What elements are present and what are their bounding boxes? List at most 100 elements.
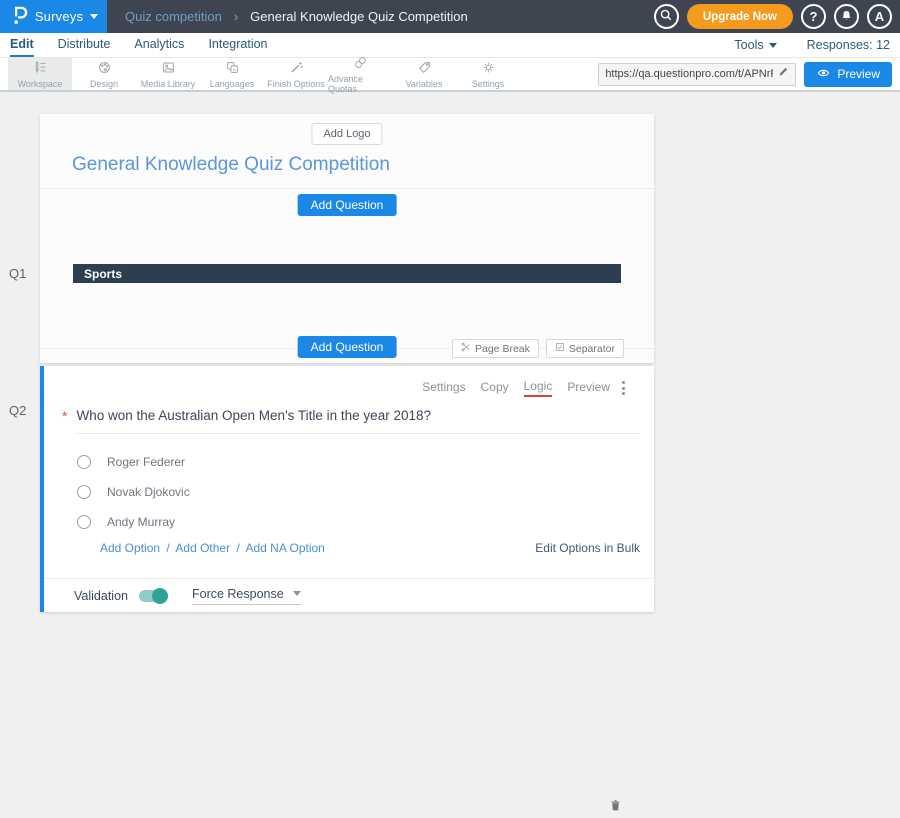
survey-url-input[interactable] [605, 68, 773, 80]
toolbar-item-label: Workspace [18, 79, 63, 89]
radio-icon[interactable] [77, 515, 91, 529]
tab-edit[interactable]: Edit [10, 34, 34, 57]
radio-icon[interactable] [77, 455, 91, 469]
page-break-button[interactable]: Page Break [452, 339, 539, 358]
nav-tabs: Edit Distribute Analytics Integration [0, 34, 268, 57]
add-question-button-top[interactable]: Add Question [298, 194, 397, 216]
answer-option[interactable]: Roger Federer [77, 455, 185, 469]
toolbar-item-workspace[interactable]: Workspace [8, 58, 72, 90]
toggle-knob [152, 588, 168, 604]
question-q1-text[interactable]: Sports [73, 264, 621, 283]
survey-title[interactable]: General Knowledge Quiz Competition [72, 154, 390, 176]
gear-icon [480, 60, 497, 77]
palette-icon [96, 60, 113, 77]
page-break-label: Page Break [475, 343, 530, 355]
validation-value: Force Response [192, 587, 284, 601]
toolbar-item-label: Variables [406, 79, 443, 89]
toolbar-item-finish-options[interactable]: Finish Options [264, 58, 328, 90]
question-actions: Settings Copy Logic Preview [422, 379, 610, 397]
toolbar-item-label: Media Library [141, 79, 196, 89]
surveys-label: Surveys [35, 9, 83, 24]
add-option-links: Add Option / Add Other / Add NA Option [100, 541, 325, 555]
question-logic-link[interactable]: Logic [524, 379, 553, 397]
toolbar-item-label: Advance Quotas [328, 74, 392, 94]
editor-toolbar: Workspace Design Media Library [0, 58, 900, 92]
scissors-icon [461, 342, 471, 355]
toolbar-right: Preview [598, 58, 900, 90]
validation-type-dropdown[interactable]: Force Response [192, 587, 301, 605]
preview-button[interactable]: Preview [804, 62, 892, 87]
add-logo-button[interactable]: Add Logo [311, 123, 382, 145]
more-options-icon[interactable] [619, 378, 628, 398]
divider [40, 188, 654, 189]
question-settings-link[interactable]: Settings [422, 380, 465, 396]
delete-question-button[interactable] [609, 798, 622, 818]
radio-icon[interactable] [77, 485, 91, 499]
toolbar-item-design[interactable]: Design [72, 58, 136, 90]
question-index-q2: Q2 [9, 403, 26, 418]
tools-label: Tools [734, 38, 763, 52]
surveys-menu[interactable]: Surveys [0, 0, 107, 33]
upgrade-now-button[interactable]: Upgrade Now [687, 4, 793, 29]
add-na-option-link[interactable]: Add NA Option [245, 541, 324, 555]
breadcrumb-parent[interactable]: Quiz competition [125, 9, 222, 24]
option-label[interactable]: Roger Federer [107, 455, 185, 469]
avatar-initial: A [875, 9, 884, 24]
survey-header-card: Add Logo General Knowledge Quiz Competit… [40, 114, 654, 363]
question-text-row: * Who won the Australian Open Men's Titl… [62, 408, 640, 425]
separator-button[interactable]: Separator [546, 339, 624, 358]
toolbar-item-label: Languages [210, 79, 255, 89]
question-text-underline [74, 433, 640, 434]
option-label[interactable]: Andy Murray [107, 515, 175, 529]
magic-wand-icon [288, 60, 305, 77]
notifications-button[interactable] [834, 4, 859, 29]
chevron-down-icon [90, 14, 98, 19]
bell-icon [840, 9, 853, 25]
responses-count[interactable]: Responses: 12 [807, 38, 890, 52]
help-button[interactable]: ? [801, 4, 826, 29]
link-separator: / [233, 541, 242, 555]
separator-label: Separator [569, 343, 615, 355]
question-index-q1: Q1 [9, 266, 26, 281]
toolbar-item-media-library[interactable]: Media Library [136, 58, 200, 90]
nav-right: Tools Responses: 12 [734, 38, 900, 52]
toolbar-item-variables[interactable]: Variables [392, 58, 456, 90]
tools-menu[interactable]: Tools [734, 38, 776, 52]
help-icon: ? [810, 9, 818, 24]
tab-distribute[interactable]: Distribute [58, 34, 111, 57]
validation-toggle[interactable] [139, 590, 166, 602]
question-copy-link[interactable]: Copy [481, 380, 509, 396]
edit-options-bulk-link[interactable]: Edit Options in Bulk [535, 541, 640, 555]
answer-option[interactable]: Novak Djokovic [77, 485, 190, 499]
topbar-actions: Upgrade Now ? A [654, 4, 900, 29]
tab-integration[interactable]: Integration [208, 34, 267, 57]
question-q2-text[interactable]: Who won the Australian Open Men's Title … [76, 408, 431, 425]
survey-editor-canvas: Q1 Q2 Add Logo General Knowledge Quiz Co… [0, 94, 900, 619]
add-option-link[interactable]: Add Option [100, 541, 160, 555]
toolbar-item-label: Finish Options [267, 79, 325, 89]
survey-url-box [598, 63, 796, 86]
toolbar-item-settings[interactable]: Settings [456, 58, 520, 90]
question-preview-link[interactable]: Preview [567, 380, 610, 396]
validation-label: Validation [74, 589, 128, 603]
avatar[interactable]: A [867, 4, 892, 29]
toolbar-item-advance-quotas[interactable]: Advance Quotas [328, 58, 392, 90]
translate-icon: A [224, 60, 241, 77]
toolbar-item-label: Design [90, 79, 118, 89]
image-icon [160, 60, 177, 77]
main-nav: Edit Distribute Analytics Integration To… [0, 33, 900, 58]
required-asterisk: * [62, 408, 67, 425]
tab-analytics[interactable]: Analytics [134, 34, 184, 57]
add-other-link[interactable]: Add Other [175, 541, 230, 555]
add-question-button-bottom[interactable]: Add Question [298, 336, 397, 358]
toolbar-item-languages[interactable]: A Languages [200, 58, 264, 90]
questionpro-logo-icon [9, 4, 28, 30]
answer-option[interactable]: Andy Murray [77, 515, 175, 529]
option-label[interactable]: Novak Djokovic [107, 485, 190, 499]
breadcrumb-separator: › [234, 9, 238, 24]
top-bar: Surveys Quiz competition › General Knowl… [0, 0, 900, 33]
search-button[interactable] [654, 4, 679, 29]
edit-pencil-icon[interactable] [777, 65, 789, 83]
question-footer: Validation Force Response [44, 578, 654, 612]
search-icon [659, 8, 673, 25]
